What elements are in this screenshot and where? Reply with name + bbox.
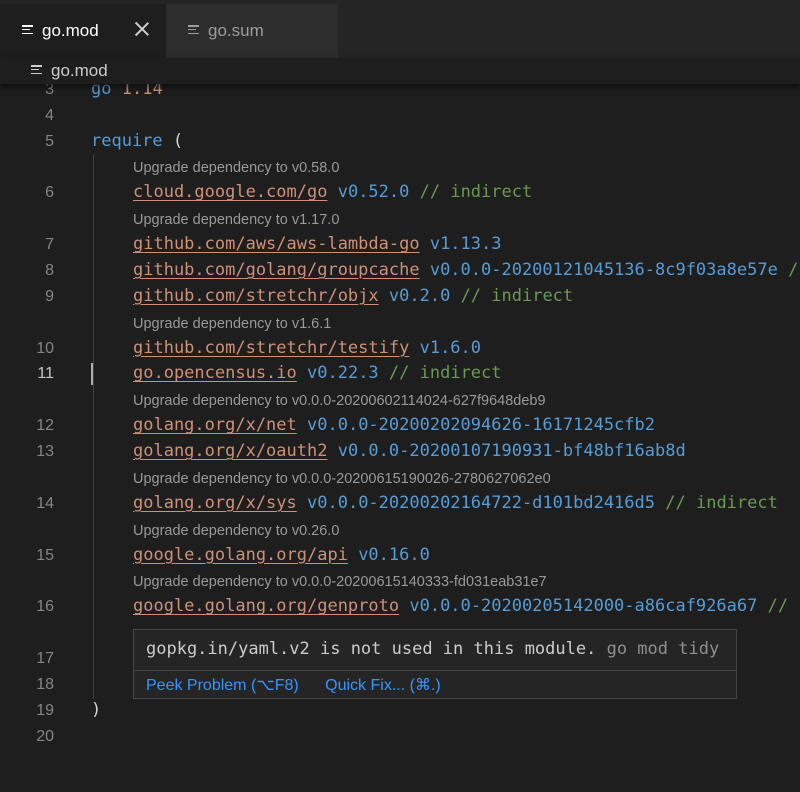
- hover-actions: Peek Problem (⌥F8) Quick Fix... (⌘.): [146, 675, 463, 695]
- module-version: v0.0.0-20200107190931-bf48bf16ab8d: [337, 441, 686, 461]
- module-version: v1.13.3: [429, 234, 502, 255]
- module-version: v0.0.0-20200202094626-16171245cfb2: [307, 415, 656, 436]
- hover-message: gopkg.in/yaml.v2 is not used in this mod…: [146, 639, 719, 659]
- module-path-link[interactable]: github.com/aws/aws-lambda-go: [133, 234, 420, 254]
- file-lines-icon: [22, 25, 33, 35]
- line-number: 7: [45, 236, 54, 254]
- close-icon[interactable]: [134, 21, 150, 37]
- line-number: 8: [45, 262, 54, 279]
- module-path-link[interactable]: go.opencensus.io: [133, 363, 297, 383]
- comment: // indirect: [460, 285, 574, 306]
- module-version: v0.0.0-20200202164722-d101bd2416d5: [307, 492, 656, 513]
- tab-label: go.mod: [42, 21, 99, 40]
- indent-guide: [93, 155, 94, 699]
- codelens-upgrade[interactable]: Upgrade dependency to v0.0.0-20200615190…: [133, 471, 551, 487]
- module-version: v0.2.0: [388, 285, 451, 306]
- comment: // indirect: [665, 492, 778, 513]
- line-number: 4: [45, 106, 54, 124]
- line-number: 10: [36, 339, 54, 357]
- line-number: 16: [36, 598, 54, 616]
- line-number: 9: [45, 287, 54, 305]
- module-path-link[interactable]: golang.org/x/net: [133, 415, 297, 435]
- codelens-upgrade[interactable]: Upgrade dependency to v0.58.0: [133, 160, 339, 176]
- problem-source: go mod tidy: [606, 639, 720, 659]
- breadcrumb[interactable]: go.mod: [0, 58, 800, 84]
- module-version: v0.16.0: [358, 544, 430, 565]
- code-line[interactable]: golang.org/x/sys v0.0.0-20200202164722-d…: [133, 492, 778, 514]
- peek-problem-link[interactable]: Peek Problem (⌥F8): [146, 677, 299, 694]
- module-path-link[interactable]: github.com/golang/groupcache: [133, 260, 420, 280]
- line-number: 12: [36, 417, 54, 435]
- tab-label: go.sum: [208, 21, 264, 40]
- line-number: 19: [36, 702, 54, 719]
- line-number: 15: [36, 546, 54, 564]
- keyword: go: [91, 84, 112, 99]
- codelens-upgrade[interactable]: Upgrade dependency to v1.17.0: [133, 212, 339, 228]
- file-lines-icon: [31, 65, 42, 75]
- line-number: 3: [45, 84, 54, 98]
- problem-hover-popup: gopkg.in/yaml.v2 is not used in this mod…: [133, 629, 737, 699]
- comment: //: [767, 596, 789, 617]
- comment: /: [788, 260, 799, 280]
- text-cursor: [91, 363, 93, 386]
- code-line[interactable]: google.golang.org/api v0.16.0: [133, 544, 430, 566]
- comment: // indirect: [419, 182, 533, 203]
- module-path-link[interactable]: golang.org/x/oauth2: [133, 441, 327, 461]
- module-path-link[interactable]: github.com/stretchr/testify: [133, 338, 409, 358]
- module-version: v0.52.0: [337, 182, 410, 203]
- code-line[interactable]: require (: [91, 130, 183, 152]
- tab-go-mod[interactable]: go.mod: [0, 4, 166, 58]
- code-line[interactable]: github.com/golang/groupcache v0.0.0-2020…: [133, 259, 798, 281]
- line-number: 18: [36, 676, 54, 694]
- code-line[interactable]: github.com/aws/aws-lambda-go v1.13.3: [133, 233, 501, 255]
- code-line[interactable]: cloud.google.com/go v0.52.0 // indirect: [133, 181, 532, 203]
- line-number: 5: [45, 132, 54, 150]
- problem-message: gopkg.in/yaml.v2 is not used in this mod…: [146, 639, 597, 659]
- codelens-upgrade[interactable]: Upgrade dependency to v1.6.1: [133, 316, 331, 332]
- breadcrumb-label: go.mod: [51, 61, 108, 80]
- line-number: 14: [36, 494, 54, 512]
- keyword: require: [91, 130, 163, 151]
- line-number: 20: [36, 727, 54, 745]
- module-version: v0.22.3: [307, 363, 379, 384]
- comment: // indirect: [388, 363, 502, 384]
- punctuation: ): [91, 700, 102, 720]
- hover-divider: [134, 670, 736, 671]
- line-number: 6: [45, 184, 54, 202]
- line-number: 11: [37, 365, 54, 383]
- module-version: v0.0.0-20200205142000-a86caf926a67: [409, 596, 758, 617]
- code-line[interactable]: github.com/stretchr/testify v1.6.0: [133, 337, 481, 359]
- module-version: v1.6.0: [419, 337, 482, 358]
- codelens-upgrade[interactable]: Upgrade dependency to v0.0.0-20200602114…: [133, 393, 546, 409]
- code-line[interactable]: golang.org/x/oauth2 v0.0.0-2020010719093…: [133, 440, 686, 462]
- line-number: 17: [36, 650, 54, 668]
- tab-bar: go.mod go.sum: [0, 0, 800, 58]
- module-path-link[interactable]: google.golang.org/genproto: [133, 596, 399, 616]
- module-path-link[interactable]: golang.org/x/sys: [133, 493, 297, 513]
- module-path-link[interactable]: cloud.google.com/go: [133, 182, 327, 202]
- punctuation: (: [172, 130, 184, 151]
- line-number: 13: [36, 443, 54, 460]
- code-line[interactable]: github.com/stretchr/objx v0.2.0 // indir…: [133, 285, 573, 307]
- file-lines-icon: [188, 25, 199, 35]
- codelens-upgrade[interactable]: Upgrade dependency to v0.26.0: [133, 523, 339, 539]
- module-path-link[interactable]: github.com/stretchr/objx: [133, 286, 379, 306]
- quick-fix-link[interactable]: Quick Fix... (⌘.): [325, 677, 441, 694]
- codelens-upgrade[interactable]: Upgrade dependency to v0.0.0-20200615140…: [133, 574, 547, 590]
- go-version: 1.14: [121, 84, 163, 99]
- code-line[interactable]: go 1.14: [91, 84, 163, 100]
- module-version: v0.0.0-20200121045136-8c9f03a8e57e: [429, 260, 778, 280]
- tab-go-sum[interactable]: go.sum: [166, 4, 338, 58]
- module-path-link[interactable]: google.golang.org/api: [133, 545, 348, 565]
- code-line[interactable]: go.opencensus.io v0.22.3 // indirect: [133, 362, 502, 384]
- code-line[interactable]: ): [91, 699, 101, 721]
- code-line[interactable]: golang.org/x/net v0.0.0-20200202094626-1…: [133, 414, 655, 436]
- code-line[interactable]: google.golang.org/genproto v0.0.0-202002…: [133, 595, 788, 617]
